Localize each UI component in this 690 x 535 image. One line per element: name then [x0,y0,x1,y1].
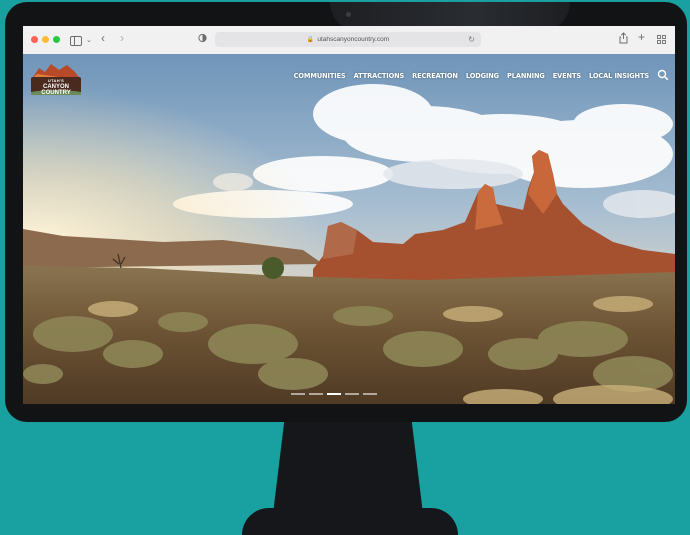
chevron-left-icon[interactable]: ‹ [101,31,105,45]
url-text: utahscanyoncountry.com [317,36,390,43]
minimize-window-button[interactable] [42,36,49,43]
desert-landscape-photo [23,54,675,404]
slide-indicator-5[interactable] [363,393,377,395]
search-icon[interactable] [657,69,669,81]
screen: ⌄ ‹ › 🔒 utahscanyoncountry.com ↻ + UTAH'… [23,26,675,404]
zoom-window-button[interactable] [53,36,60,43]
slide-indicator-3[interactable] [327,393,341,395]
nav-item-lodging[interactable]: LODGING [466,72,499,80]
slide-indicator-2[interactable] [309,393,323,395]
reload-icon[interactable]: ↻ [468,32,475,47]
monitor-stand-base [242,508,458,535]
webcam [346,12,351,17]
slider-pagination [291,393,377,395]
slide-indicator-4[interactable] [345,393,359,395]
chevron-right-icon[interactable]: › [120,31,124,45]
main-navigation: COMMUNITIES ATTRACTIONS RECREATION LODGI… [294,70,649,82]
slide-indicator-1[interactable] [291,393,305,395]
nav-item-communities[interactable]: COMMUNITIES [294,72,346,80]
lock-icon: 🔒 [306,37,315,43]
browser-toolbar: ⌄ ‹ › 🔒 utahscanyoncountry.com ↻ + [23,26,675,55]
nav-item-events[interactable]: EVENTS [553,72,581,80]
nav-item-attractions[interactable]: ATTRACTIONS [354,72,405,80]
nav-item-planning[interactable]: PLANNING [507,72,545,80]
privacy-shield-icon[interactable] [198,33,207,48]
hero-image: UTAH'S CANYON COUNTRY COMMUNITIES ATTRAC… [23,54,675,404]
plus-icon[interactable]: + [638,30,645,44]
nav-item-recreation[interactable]: RECREATION [412,72,458,80]
sidebar-icon[interactable] [70,36,82,46]
site-logo[interactable]: UTAH'S CANYON COUNTRY [29,60,83,98]
close-window-button[interactable] [31,36,38,43]
logo-wordmark: CANYON COUNTRY [41,84,71,96]
share-icon[interactable] [619,32,628,49]
logo-tagline: UTAH'S [47,78,65,83]
chevron-down-icon[interactable]: ⌄ [86,34,92,48]
address-bar[interactable]: 🔒 utahscanyoncountry.com ↻ [215,32,481,47]
monitor-stand [272,422,424,522]
nav-item-local-insights[interactable]: LOCAL INSIGHTS [589,72,649,80]
grid-icon[interactable] [657,35,666,49]
